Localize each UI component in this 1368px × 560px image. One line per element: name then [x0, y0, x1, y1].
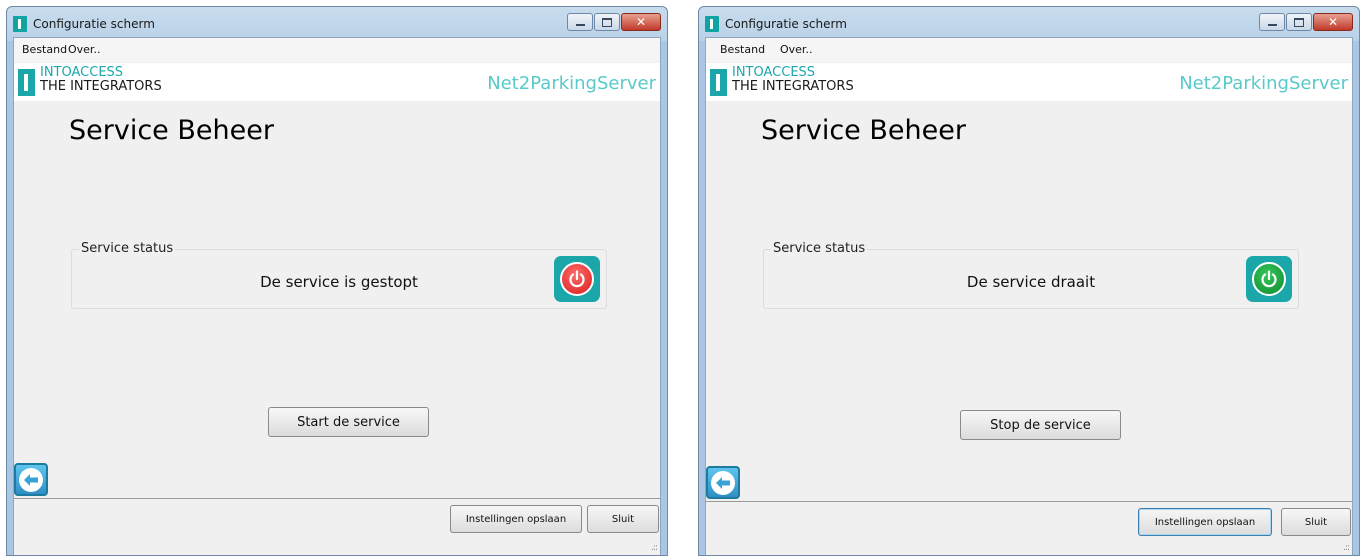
menu-bar: Bestand Over.. [706, 38, 1352, 62]
brand-bar: INTOACCESS THE INTEGRATORS Net2ParkingSe… [706, 63, 1352, 101]
app-icon [13, 16, 27, 32]
intoaccess-logo [710, 69, 727, 96]
maximize-icon [602, 17, 612, 27]
client-area: Bestand Over.. INTOACCESS THE INTEGRATOR… [705, 37, 1353, 555]
menu-over[interactable]: Over.. [780, 43, 812, 56]
window-service-running: Configuratie scherm ✕ Bestand Over.. INT… [698, 6, 1360, 556]
brand-tagline: THE INTEGRATORS [40, 79, 162, 94]
stop-service-button[interactable]: Stop de service [960, 410, 1121, 440]
close-icon: ✕ [635, 15, 647, 29]
resize-grip-icon[interactable]: .:: [1343, 543, 1350, 553]
save-settings-button[interactable]: Instellingen opslaan [1138, 508, 1272, 536]
window-title: Configuratie scherm [725, 17, 847, 31]
maximize-button[interactable] [594, 13, 620, 31]
close-dialog-button[interactable]: Sluit [587, 505, 659, 533]
window-title: Configuratie scherm [33, 17, 155, 31]
menu-bestand[interactable]: Bestand [22, 43, 67, 56]
footer-bar: Instellingen opslaan Sluit [706, 501, 1352, 541]
maximize-icon [1294, 17, 1304, 27]
close-button[interactable]: ✕ [621, 13, 661, 31]
client-area: Bestand Over.. INTOACCESS THE INTEGRATOR… [13, 37, 661, 555]
back-button[interactable] [706, 466, 740, 499]
power-icon [560, 262, 594, 296]
service-status-text: De service is gestopt [260, 273, 418, 291]
status-bar: .:: [706, 536, 1352, 555]
close-dialog-button[interactable]: Sluit [1281, 508, 1351, 536]
service-status-group: Service status De service draait [763, 241, 1299, 309]
brand-tagline: THE INTEGRATORS [732, 79, 854, 94]
back-button[interactable] [14, 463, 48, 496]
save-settings-button[interactable]: Instellingen opslaan [450, 505, 582, 533]
maximize-button[interactable] [1286, 13, 1312, 31]
arrow-left-icon [19, 467, 43, 492]
power-toggle-button[interactable] [1246, 256, 1292, 302]
arrow-left-icon [711, 470, 735, 495]
minimize-icon [1267, 24, 1277, 26]
resize-grip-icon[interactable]: .:: [651, 543, 658, 553]
menu-bestand[interactable]: Bestand [720, 43, 765, 56]
product-name: Net2ParkingServer [487, 73, 656, 94]
product-name: Net2ParkingServer [1179, 73, 1348, 94]
service-status-group: Service status De service is gestopt [71, 241, 607, 309]
service-status-text: De service draait [966, 273, 1096, 291]
close-button[interactable]: ✕ [1313, 13, 1353, 31]
minimize-icon [575, 24, 585, 26]
brand-name: INTOACCESS [40, 65, 124, 80]
title-bar[interactable]: Configuratie scherm ✕ [7, 7, 667, 37]
brand-name: INTOACCESS [732, 65, 816, 80]
close-icon: ✕ [1327, 15, 1339, 29]
group-label: Service status [771, 241, 868, 256]
window-service-stopped: Configuratie scherm ✕ Bestand Over.. INT… [6, 6, 668, 556]
title-bar[interactable]: Configuratie scherm ✕ [699, 7, 1359, 37]
minimize-button[interactable] [567, 13, 593, 31]
status-bar: .:: [14, 536, 660, 555]
brand-bar: INTOACCESS THE INTEGRATORS Net2ParkingSe… [14, 63, 660, 101]
intoaccess-logo [18, 69, 35, 96]
menu-bar: Bestand Over.. [14, 38, 660, 62]
page-title: Service Beheer [761, 115, 966, 146]
minimize-button[interactable] [1259, 13, 1285, 31]
start-service-button[interactable]: Start de service [268, 407, 429, 437]
page-title: Service Beheer [69, 115, 274, 146]
menu-over[interactable]: Over.. [68, 43, 100, 56]
app-icon [705, 16, 719, 32]
power-toggle-button[interactable] [554, 256, 600, 302]
footer-bar: Instellingen opslaan Sluit [14, 498, 660, 538]
power-icon [1252, 262, 1286, 296]
group-label: Service status [79, 241, 176, 256]
